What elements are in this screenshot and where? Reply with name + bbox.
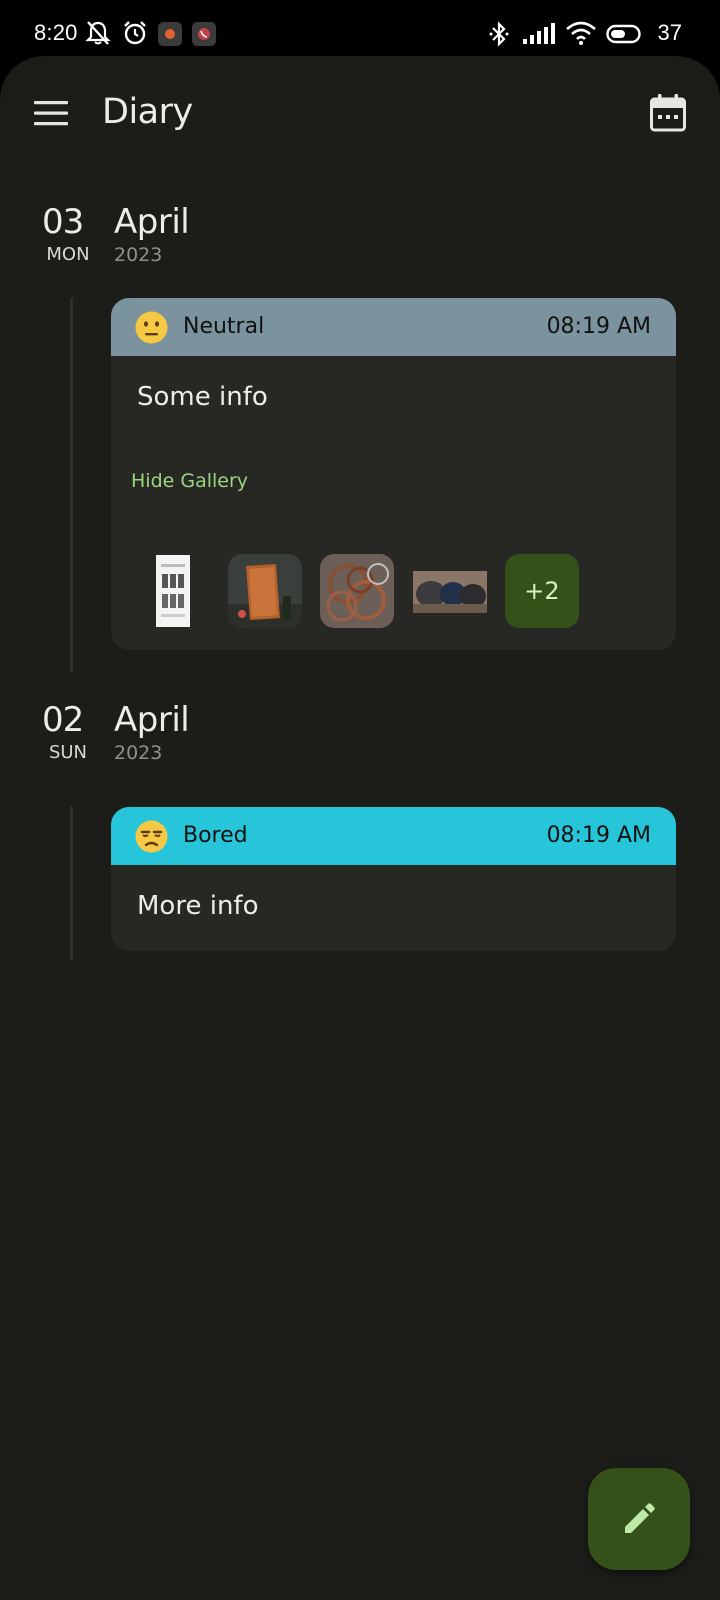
mood-header: Bored 08:19 AM [111, 807, 676, 865]
signal-icon [523, 23, 555, 44]
entry-text: More info [137, 891, 259, 921]
entry-time: 08:19 AM [546, 314, 651, 339]
hide-gallery-button[interactable]: Hide Gallery [131, 470, 248, 492]
wifi-icon [566, 21, 596, 45]
gallery-image[interactable] [413, 554, 487, 628]
diary-app: Diary 03 MON April 2023 Neutral 08:19 AM… [0, 56, 720, 1600]
weekday: SUN [48, 742, 88, 763]
pencil-edit-icon [625, 1503, 655, 1533]
phone-app-icon [192, 22, 216, 46]
mood-label: Bored [183, 823, 248, 848]
unamused-face-icon [135, 820, 168, 853]
entry-text: Some info [137, 382, 268, 412]
weekday: MON [46, 244, 90, 265]
muted-bell-icon [85, 21, 111, 45]
gallery-image[interactable] [134, 554, 208, 628]
new-entry-button[interactable] [588, 1468, 690, 1570]
top-app-bar: Diary [0, 56, 720, 176]
month: April [114, 202, 190, 242]
calendar-icon[interactable] [650, 94, 686, 132]
status-bar: 8:20 37 [0, 0, 720, 58]
diary-entry-card[interactable]: Neutral 08:19 AM Some info Hide Gallery [111, 298, 676, 650]
more-images-button[interactable]: +2 [505, 554, 579, 628]
battery-icon [606, 24, 641, 44]
mood-header: Neutral 08:19 AM [111, 298, 676, 356]
alarm-icon [124, 21, 146, 45]
month: April [114, 700, 190, 740]
year: 2023 [114, 742, 163, 764]
timeline-line [70, 806, 73, 960]
day-number: 03 [42, 202, 84, 242]
gallery-image[interactable] [320, 554, 394, 628]
page-title: Diary [102, 92, 193, 132]
gallery-image[interactable] [228, 554, 302, 628]
status-time: 8:20 [34, 20, 78, 45]
diary-entry-card[interactable]: Bored 08:19 AM More info [111, 807, 676, 951]
timeline-line [70, 298, 73, 672]
entry-time: 08:19 AM [546, 823, 651, 848]
mood-label: Neutral [183, 314, 265, 339]
year: 2023 [114, 244, 163, 266]
bluetooth-icon [489, 21, 509, 47]
battery-level: 37 [657, 20, 682, 45]
neutral-face-icon [135, 311, 168, 344]
day-number: 02 [42, 700, 84, 740]
app-notification-icon [158, 22, 182, 46]
hamburger-menu-icon[interactable] [34, 100, 68, 126]
